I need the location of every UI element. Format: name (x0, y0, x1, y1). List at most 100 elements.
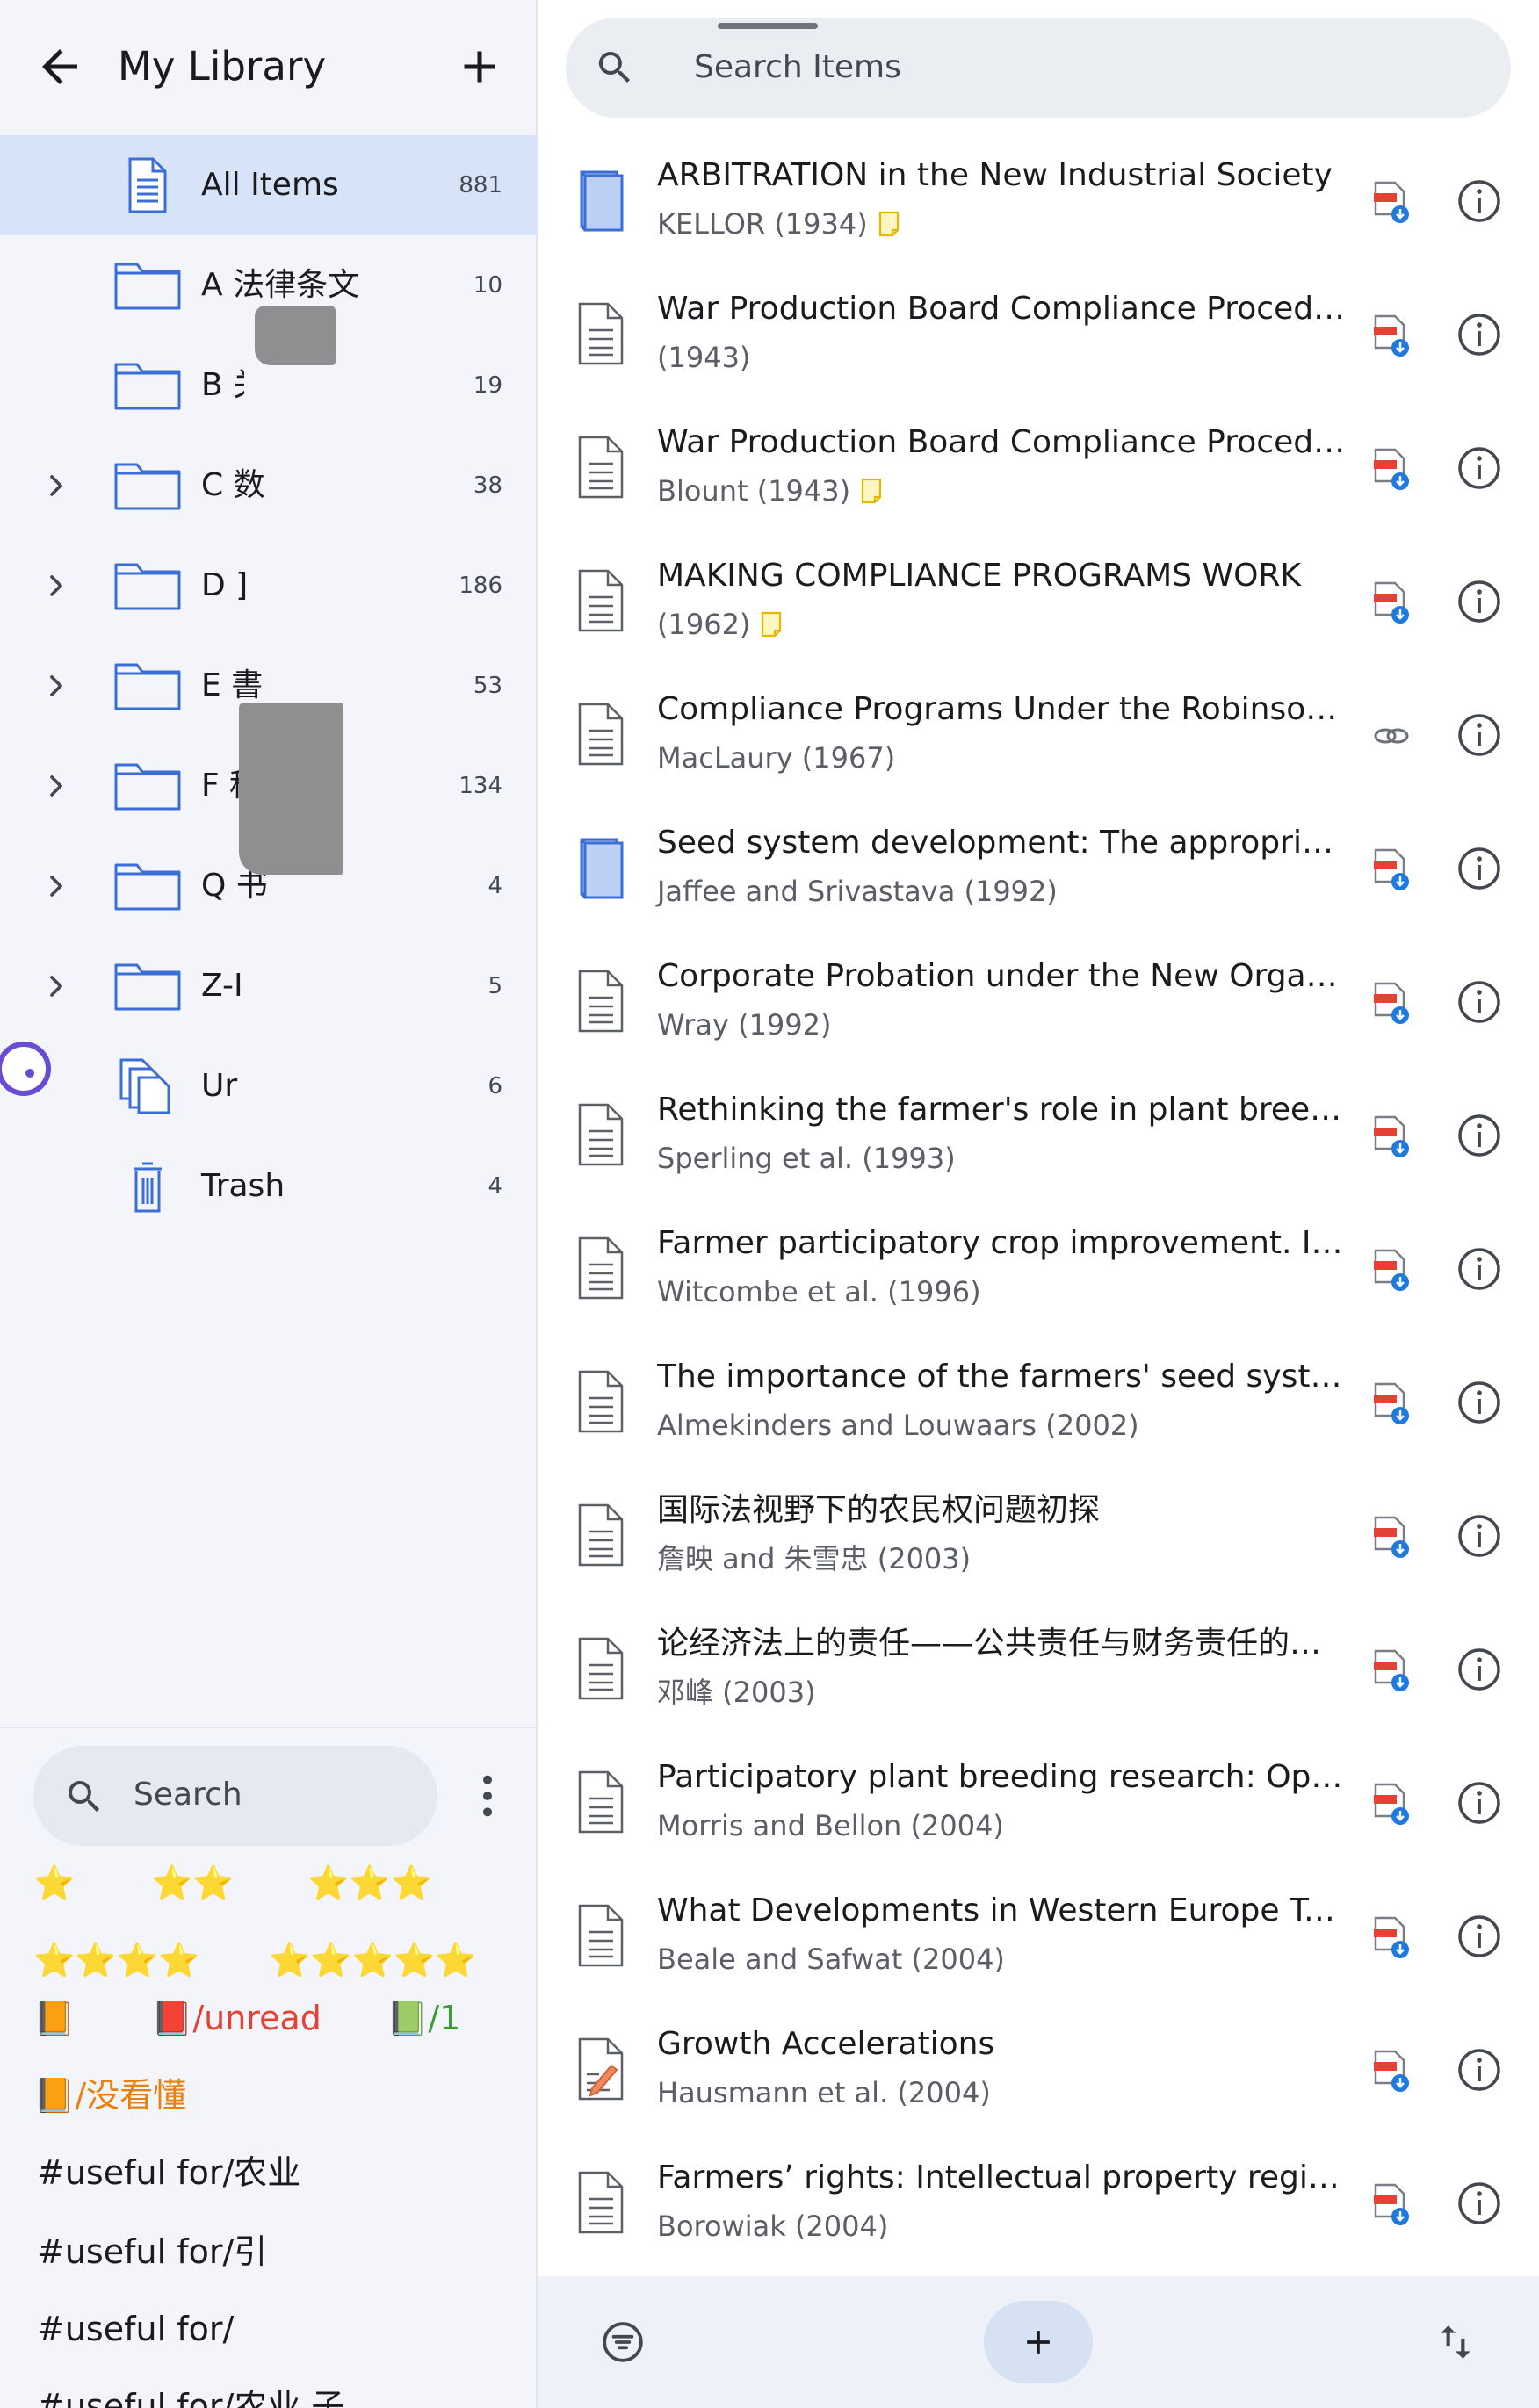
collection-item[interactable]: All Items 881 (0, 135, 538, 235)
tag-item[interactable]: 📙 (33, 1993, 75, 2043)
pdf-attachment-icon[interactable] (1370, 1514, 1413, 1560)
pdf-attachment-icon[interactable] (1370, 1381, 1413, 1426)
tag-item[interactable]: ⭐⭐⭐ (307, 1858, 432, 1907)
item-row[interactable]: What Developments in Western Europe Tell… (538, 1869, 1539, 2002)
info-icon[interactable] (1456, 2046, 1503, 2094)
chevron-right-icon[interactable] (39, 568, 74, 603)
pdf-attachment-icon[interactable] (1370, 1781, 1413, 1827)
item-creator-text: Beale and Safwat (2004) (657, 1943, 1005, 1976)
info-icon[interactable] (1456, 711, 1503, 759)
chevron-right-icon[interactable] (39, 969, 74, 1004)
pdf-attachment-icon[interactable] (1370, 1914, 1413, 1960)
info-icon[interactable] (1456, 1112, 1503, 1159)
item-creator: Jaffee and Srivastava (1992) (657, 871, 1058, 912)
info-icon[interactable] (1456, 978, 1503, 1026)
pdf-attachment-icon[interactable] (1370, 446, 1413, 492)
items-search-input[interactable]: Search Items (566, 18, 1511, 118)
tag-search-input[interactable]: Search (33, 1746, 437, 1846)
item-row[interactable]: War Production Board Compliance Procedu…… (538, 267, 1539, 400)
item-title: Farmer participatory crop improvement. I… (657, 1225, 1349, 1261)
pdf-attachment-icon[interactable] (1370, 1114, 1413, 1159)
item-row[interactable]: 论经济法上的责任——公共责任与财务责任的… 邓峰 (2003) (538, 1602, 1539, 1735)
info-icon[interactable] (1456, 1245, 1503, 1293)
collection-item[interactable]: Trash 4 (0, 1136, 538, 1236)
collection-count: 19 (473, 372, 502, 399)
item-row[interactable]: ARBITRATION in the New Industrial Societ… (538, 133, 1539, 267)
chevron-right-icon[interactable] (39, 468, 74, 503)
folder-icon (112, 458, 183, 514)
pdf-attachment-icon[interactable] (1370, 580, 1413, 625)
collection-count: 4 (488, 873, 502, 899)
chevron-right-icon[interactable] (39, 768, 74, 804)
info-icon[interactable] (1456, 578, 1503, 625)
tag-item[interactable]: 📙/没看懂 (33, 2071, 186, 2120)
info-icon[interactable] (1456, 2180, 1503, 2227)
pdf-attachment-icon[interactable] (1370, 2048, 1413, 2094)
info-icon[interactable] (1456, 1379, 1503, 1426)
tag-item[interactable]: #useful for/农业 (37, 2148, 300, 2197)
item-row[interactable]: 国际法视野下的农民权问题初探 詹映 and 朱雪忠 (2003) (538, 1468, 1539, 1602)
library-title: My Library (118, 43, 327, 90)
info-icon[interactable] (1456, 311, 1503, 358)
item-row[interactable]: Compliance Programs Under the Robinson-…… (538, 667, 1539, 801)
tag-menu-button[interactable] (470, 1774, 505, 1818)
folder-icon (112, 658, 183, 714)
info-icon[interactable] (1456, 177, 1503, 225)
chevron-right-icon[interactable] (39, 869, 74, 904)
item-creator: (1962) (657, 604, 782, 645)
collection-item[interactable]: Z-I 5 (0, 936, 538, 1036)
info-icon[interactable] (1456, 1512, 1503, 1560)
tag-item[interactable]: #useful for/引 (37, 2227, 267, 2276)
info-icon[interactable] (1456, 444, 1503, 492)
item-row[interactable]: Rethinking the farmer's role in plant br… (538, 1068, 1539, 1201)
tag-item[interactable]: 📗/1 (387, 1993, 460, 2043)
tag-item[interactable]: 📕/unread (151, 1993, 322, 2043)
collection-count: 6 (488, 1073, 502, 1099)
item-row[interactable]: Farmers’ rights: Intellectual property r… (538, 2136, 1539, 2269)
tag-item[interactable]: ⭐ (33, 1858, 75, 1907)
item-row[interactable]: Growth Accelerations Hausmann et al. (200… (538, 2002, 1539, 2136)
pdf-attachment-icon[interactable] (1370, 847, 1413, 892)
item-row[interactable]: Participatory plant breeding research: O… (538, 1735, 1539, 1869)
tag-item[interactable]: ⭐⭐ (151, 1858, 235, 1907)
item-title: MAKING COMPLIANCE PROGRAMS WORK (657, 558, 1302, 594)
tag-item[interactable]: ⭐⭐⭐⭐ (33, 1936, 199, 1985)
link-attachment-icon[interactable] (1370, 713, 1413, 759)
pdf-attachment-icon[interactable] (1370, 1247, 1413, 1293)
collection-count: 38 (473, 472, 502, 499)
tag-item[interactable]: #useful for/农业 子 (37, 2382, 344, 2408)
tag-item[interactable]: ⭐⭐⭐⭐⭐ (269, 1936, 477, 1985)
collection-item[interactable]: Ur 6 (0, 1036, 538, 1136)
filter-button[interactable] (601, 2320, 645, 2364)
item-row[interactable]: The importance of the farmers' seed syst… (538, 1335, 1539, 1468)
pdf-attachment-icon[interactable] (1370, 313, 1413, 358)
item-row[interactable]: MAKING COMPLIANCE PROGRAMS WORK (1962) (538, 534, 1539, 667)
pdf-attachment-icon[interactable] (1370, 2181, 1413, 2227)
info-icon[interactable] (1456, 1913, 1503, 1960)
sort-button[interactable] (1434, 2320, 1478, 2364)
collection-item[interactable]: D ] 186 (0, 536, 538, 636)
item-creator: Morris and Bellon (2004) (657, 1806, 1004, 1846)
info-icon[interactable] (1456, 845, 1503, 892)
floating-assistant-icon[interactable] (0, 1040, 53, 1098)
collection-label: Ur (201, 1068, 238, 1104)
drag-handle[interactable] (718, 23, 818, 29)
pdf-attachment-icon[interactable] (1370, 179, 1413, 225)
add-item-button[interactable] (984, 2301, 1093, 2383)
item-row[interactable]: Seed system development: The appropriate… (538, 801, 1539, 934)
item-row[interactable]: War Production Board Compliance Procedu…… (538, 400, 1539, 534)
item-row[interactable]: Corporate Probation under the New Organi… (538, 934, 1539, 1068)
back-button[interactable] (33, 40, 86, 93)
tag-item[interactable]: #useful for/ (37, 2304, 234, 2354)
collection-item[interactable]: C 数 38 (0, 436, 538, 536)
pdf-attachment-icon[interactable] (1370, 980, 1413, 1026)
add-collection-button[interactable] (453, 40, 506, 93)
collection-count: 53 (473, 673, 502, 699)
info-icon[interactable] (1456, 1779, 1503, 1827)
chevron-right-icon[interactable] (39, 668, 74, 703)
pdf-attachment-icon[interactable] (1370, 1647, 1413, 1693)
item-row[interactable]: Farmer participatory crop improvement. I… (538, 1201, 1539, 1335)
book-icon (573, 167, 629, 234)
tag-search-placeholder: Search (134, 1777, 242, 1813)
info-icon[interactable] (1456, 1646, 1503, 1693)
